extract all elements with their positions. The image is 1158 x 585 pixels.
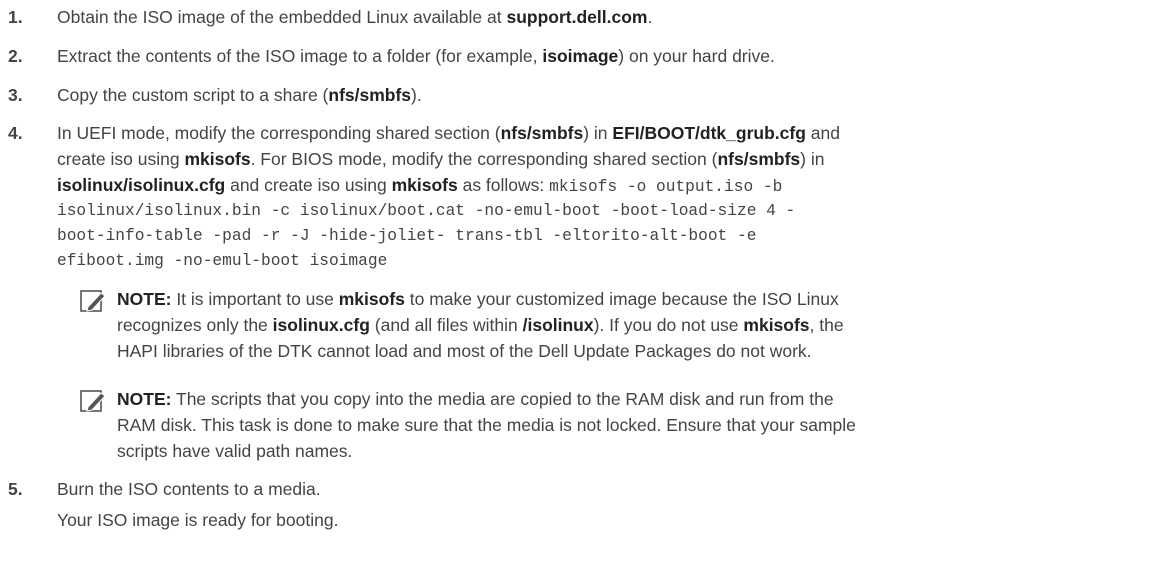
note-1-line-1: NOTE: It is important to use mkisofs to … <box>117 289 839 309</box>
note-2-line-1: NOTE: The scripts that you copy into the… <box>117 389 834 409</box>
step-4-line-3: isolinux/isolinux.cfg and create iso usi… <box>57 175 783 196</box>
step-number: 5. <box>8 479 23 499</box>
code-command: mkisofs -o output.iso -b <box>549 178 783 196</box>
step-number: 1. <box>8 7 23 27</box>
pencil-note-icon <box>80 388 106 414</box>
step-5-result: Your ISO image is ready for booting. <box>57 510 339 530</box>
code-line: boot-info-table -pad -r -J -hide-joliet-… <box>57 227 757 245</box>
share-name: nfs/smbfs <box>328 85 412 105</box>
step-text: Obtain the ISO image of the embedded Lin… <box>57 7 653 27</box>
step-text: Extract the contents of the ISO image to… <box>57 46 775 66</box>
step-4-line-1: In UEFI mode, modify the corresponding s… <box>57 123 840 143</box>
step-number: 3. <box>8 85 23 105</box>
pencil-note-icon <box>80 288 106 314</box>
link-text: support.dell.com <box>506 7 648 27</box>
note-1-line-2: recognizes only the isolinux.cfg (and al… <box>117 315 844 335</box>
step-4-line-2: create iso using mkisofs. For BIOS mode,… <box>57 149 825 169</box>
folder-name: isoimage <box>542 46 619 66</box>
step-text: Copy the custom script to a share (nfs/s… <box>57 85 422 105</box>
note-2-line-3: scripts have valid path names. <box>117 441 353 461</box>
note-label: NOTE: <box>117 389 172 409</box>
document-page: 1. Obtain the ISO image of the embedded … <box>0 0 1158 585</box>
step-text: Burn the ISO contents to a media. <box>57 479 321 499</box>
code-line: efiboot.img -no-emul-boot isoimage <box>57 252 388 270</box>
note-1-line-3: HAPI libraries of the DTK cannot load an… <box>117 341 812 361</box>
step-number: 2. <box>8 46 23 66</box>
note-label: NOTE: <box>117 289 172 309</box>
code-line: isolinux/isolinux.bin -c isolinux/boot.c… <box>57 202 796 220</box>
note-2-line-2: RAM disk. This task is done to make sure… <box>117 415 856 435</box>
step-number: 4. <box>8 123 23 143</box>
